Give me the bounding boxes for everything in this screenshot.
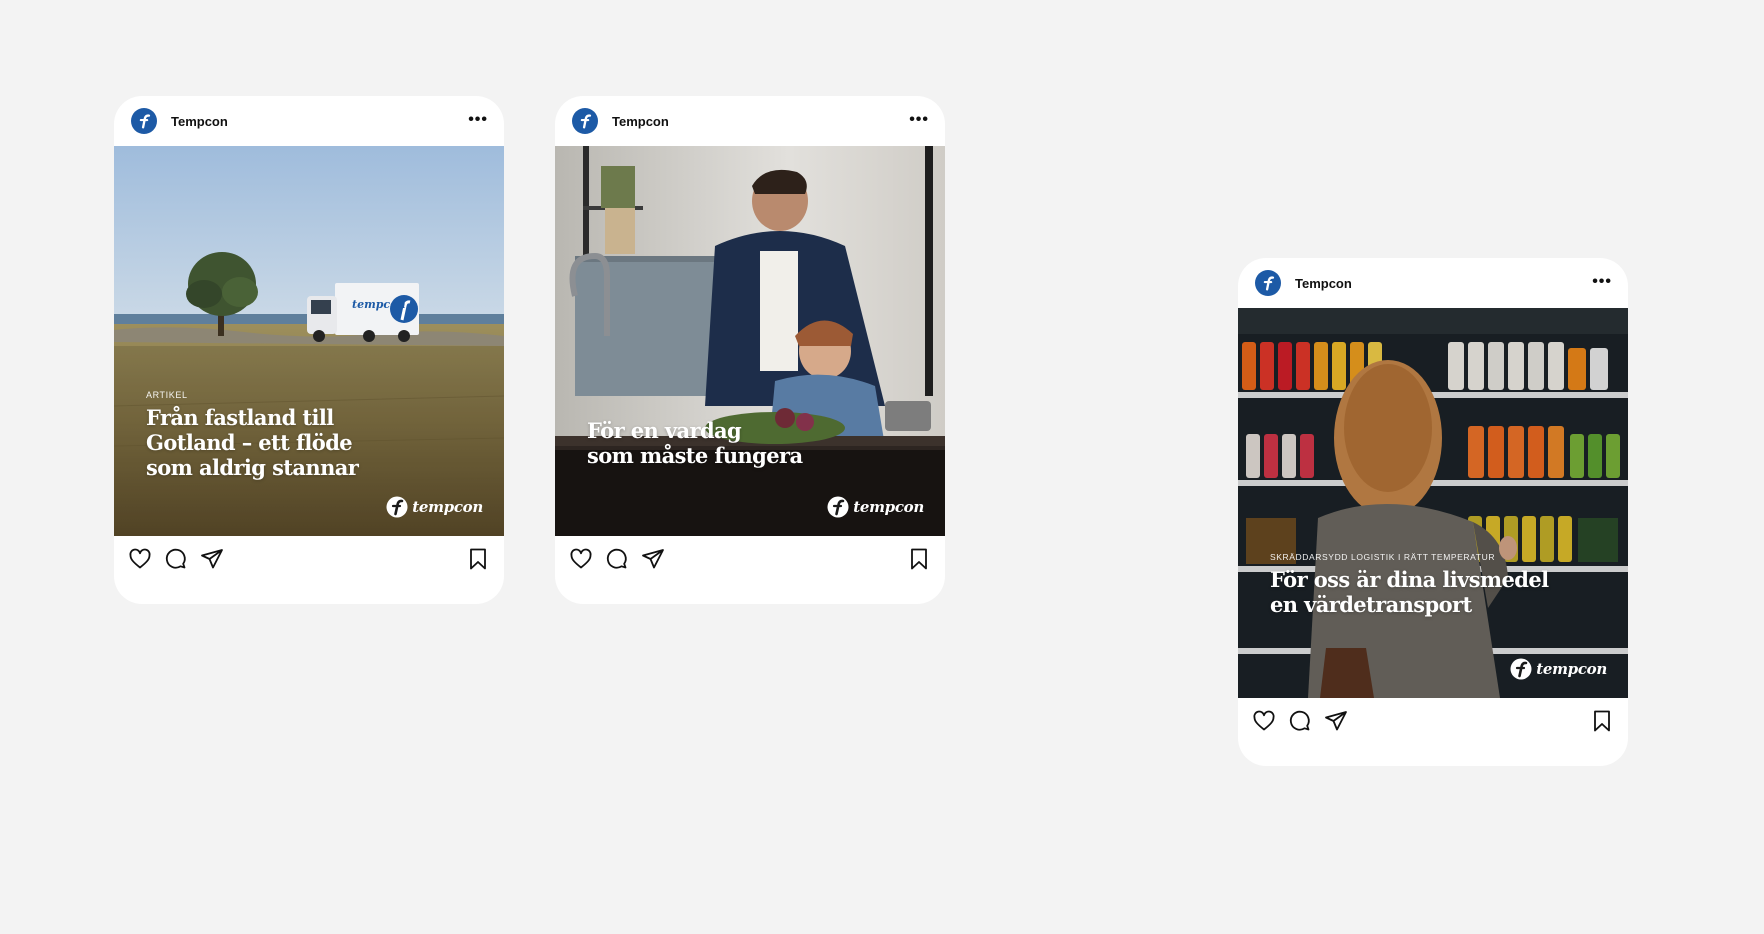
account-name[interactable]: Tempcon <box>171 114 228 129</box>
brand-logo: tempcon <box>1510 658 1607 680</box>
post-caption: För en vardag som måste fungera <box>587 418 803 468</box>
post-card-grocery: Tempcon ••• SKRÄDDARSYDD LOGISTIK I RÄTT… <box>1238 258 1628 766</box>
share-icon[interactable] <box>1324 709 1348 733</box>
post-card-kitchen: Tempcon ••• För en vardag som måste fung… <box>555 96 945 604</box>
tempcon-logo-icon <box>580 114 592 129</box>
eyebrow: ARTIKEL <box>146 390 188 400</box>
post-caption: SKRÄDDARSYDD LOGISTIK I RÄTT TEMPERATUR … <box>1270 552 1549 617</box>
grocery-image <box>1238 308 1628 698</box>
avatar[interactable] <box>131 108 157 134</box>
tempcon-logo-icon <box>1263 276 1275 291</box>
avatar[interactable] <box>1255 270 1281 296</box>
truck-brand-text: tempcon <box>352 298 405 311</box>
post-header: Tempcon ••• <box>1238 258 1628 308</box>
eyebrow: SKRÄDDARSYDD LOGISTIK I RÄTT TEMPERATUR <box>1270 552 1496 562</box>
post-header: Tempcon ••• <box>114 96 504 146</box>
bookmark-icon[interactable] <box>907 547 931 571</box>
action-bar <box>1238 698 1628 744</box>
bookmark-icon[interactable] <box>1590 709 1614 733</box>
share-icon[interactable] <box>641 547 665 571</box>
brand-wordmark: tempcon <box>853 498 924 516</box>
tempcon-logo-icon <box>386 496 408 518</box>
comment-icon[interactable] <box>605 547 629 571</box>
account-name[interactable]: Tempcon <box>612 114 669 129</box>
brand-logo: tempcon <box>827 496 924 518</box>
tempcon-logo-icon <box>827 496 849 518</box>
action-bar <box>555 536 945 582</box>
kitchen-image <box>555 146 945 536</box>
post-caption: ARTIKEL Från fastland till Gotland – ett… <box>146 390 359 480</box>
tempcon-logo-icon <box>139 114 151 129</box>
headline: För en vardag som måste fungera <box>587 418 803 468</box>
share-icon[interactable] <box>200 547 224 571</box>
account-name[interactable]: Tempcon <box>1295 276 1352 291</box>
bookmark-icon[interactable] <box>466 547 490 571</box>
post-card-gotland: Tempcon ••• tempcon ARTIKEL Från fastlan… <box>114 96 504 604</box>
comment-icon[interactable] <box>164 547 188 571</box>
post-image: tempcon ARTIKEL Från fastland till Gotla… <box>114 146 504 536</box>
brand-logo: tempcon <box>386 496 483 518</box>
heart-icon[interactable] <box>569 547 593 571</box>
headline: Från fastland till Gotland – ett flöde s… <box>146 405 359 480</box>
comment-icon[interactable] <box>1288 709 1312 733</box>
heart-icon[interactable] <box>128 547 152 571</box>
post-image: SKRÄDDARSYDD LOGISTIK I RÄTT TEMPERATUR … <box>1238 308 1628 698</box>
post-image: För en vardag som måste fungera tempcon <box>555 146 945 536</box>
headline: För oss är dina livsmedel en värdetransp… <box>1270 567 1549 617</box>
more-icon[interactable]: ••• <box>1592 274 1612 290</box>
tempcon-logo-icon <box>1510 658 1532 680</box>
post-header: Tempcon ••• <box>555 96 945 146</box>
heart-icon[interactable] <box>1252 709 1276 733</box>
action-bar <box>114 536 504 582</box>
avatar[interactable] <box>572 108 598 134</box>
brand-wordmark: tempcon <box>412 498 483 516</box>
more-icon[interactable]: ••• <box>468 112 488 128</box>
more-icon[interactable]: ••• <box>909 112 929 128</box>
brand-wordmark: tempcon <box>1536 660 1607 678</box>
